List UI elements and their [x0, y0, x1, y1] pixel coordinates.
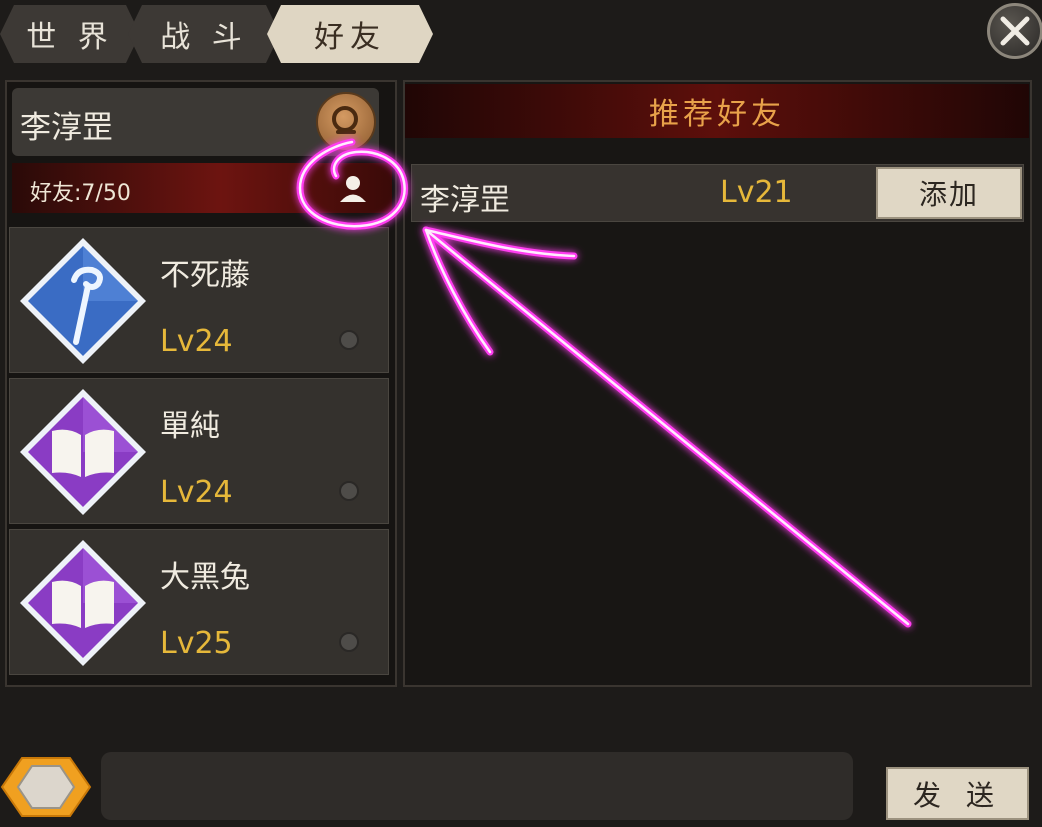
send-button[interactable]: 发 送 [886, 767, 1029, 820]
send-label: 发 送 [913, 778, 1002, 812]
friend-count: 好友:7/50 [30, 181, 131, 206]
friend-card[interactable]: 大黑兔 Lv25 [9, 529, 389, 675]
friend-name: 大黑兔 [160, 560, 250, 595]
close-button[interactable] [987, 3, 1042, 59]
search-icon [332, 106, 358, 134]
chat-input[interactable] [101, 752, 853, 820]
add-friend-button[interactable]: 添加 [876, 167, 1022, 219]
recommend-level: Lv21 [720, 175, 793, 210]
self-info-box: 李淳罡 [12, 88, 379, 156]
search-friend-button[interactable] [316, 92, 376, 152]
hexagon-toggle-icon[interactable] [0, 752, 92, 822]
friend-level: Lv24 [160, 324, 233, 359]
self-name: 李淳罡 [20, 110, 113, 146]
recommend-row: 李淳罡 Lv21 添加 [411, 164, 1024, 222]
purple-book-class-icon [20, 540, 146, 666]
friend-level: Lv24 [160, 475, 233, 510]
tab-friends-label: 好友 [314, 20, 386, 55]
friend-name: 不死藤 [160, 258, 250, 293]
add-friend-label: 添加 [918, 178, 979, 211]
friend-name: 單純 [160, 409, 220, 444]
close-x-icon [1000, 16, 1030, 46]
recommend-name: 李淳罡 [420, 183, 510, 218]
tab-battle[interactable]: 战 斗 [128, 5, 280, 63]
friend-card[interactable]: 單純 Lv24 [9, 378, 389, 524]
person-icon[interactable] [337, 173, 369, 205]
blue-staff-class-icon [20, 238, 146, 364]
tab-world[interactable]: 世 界 [0, 5, 140, 63]
channel-tabs: 世 界 战 斗 好友 [0, 5, 440, 65]
tab-battle-label: 战 斗 [160, 20, 248, 55]
offline-status-dot [339, 330, 359, 350]
purple-book-class-icon [20, 389, 146, 515]
friend-level: Lv25 [160, 626, 233, 661]
offline-status-dot [339, 481, 359, 501]
offline-status-dot [339, 632, 359, 652]
recommend-header: 推荐好友 [405, 84, 1029, 138]
friend-card[interactable]: 不死藤 Lv24 [9, 227, 389, 373]
tab-friends[interactable]: 好友 [267, 5, 433, 63]
tab-world-label: 世 界 [26, 20, 114, 55]
friend-count-bar: 好友:7/50 [12, 163, 392, 213]
